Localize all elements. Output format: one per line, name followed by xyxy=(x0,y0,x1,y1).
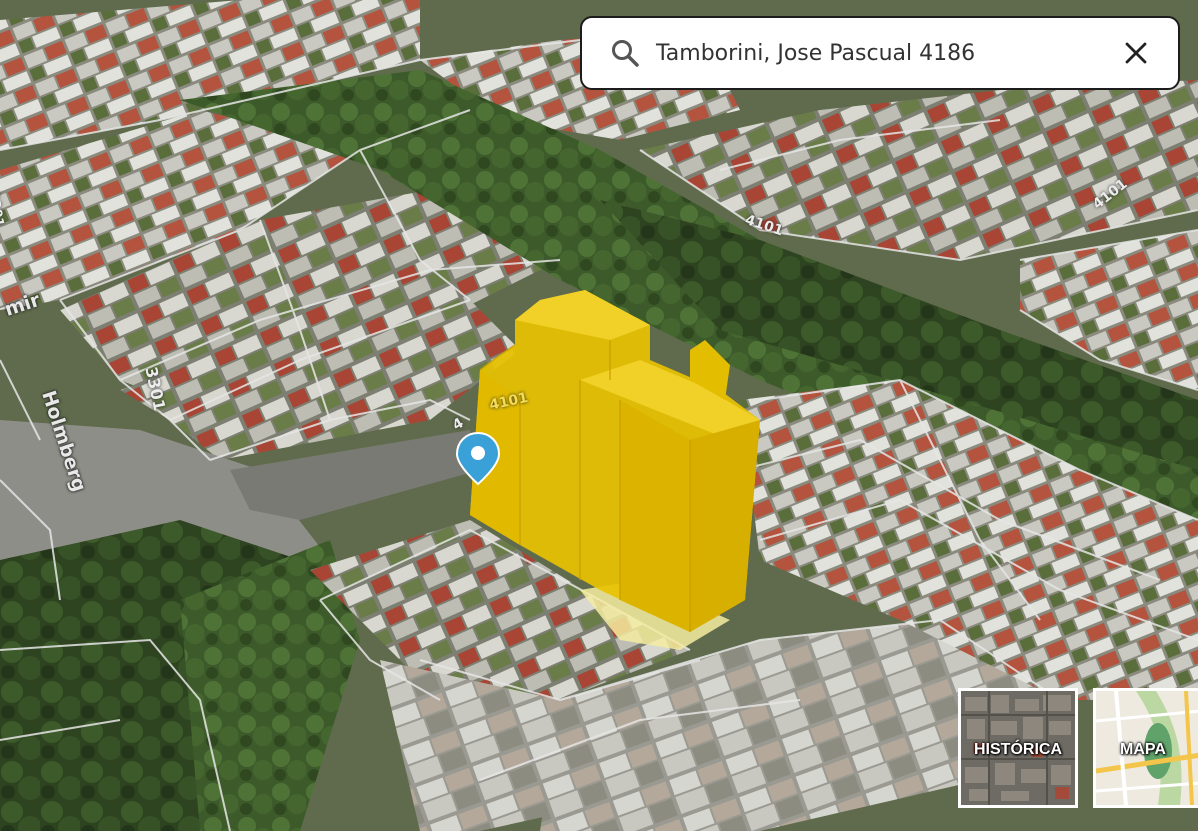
search-icon xyxy=(604,32,646,74)
search-bar[interactable]: Tamborini, Jose Pascual 4186 xyxy=(580,16,1180,90)
search-input[interactable]: Tamborini, Jose Pascual 4186 xyxy=(656,41,1114,66)
layer-mapa-button[interactable]: MAPA xyxy=(1093,688,1198,808)
close-icon xyxy=(1125,42,1147,64)
layer-historica-label: HISTÓRICA xyxy=(974,741,1062,758)
layer-historica-button[interactable]: HISTÓRICA xyxy=(958,688,1078,808)
layer-mapa-label: MAPA xyxy=(1120,741,1166,758)
clear-search-button[interactable] xyxy=(1114,31,1158,75)
